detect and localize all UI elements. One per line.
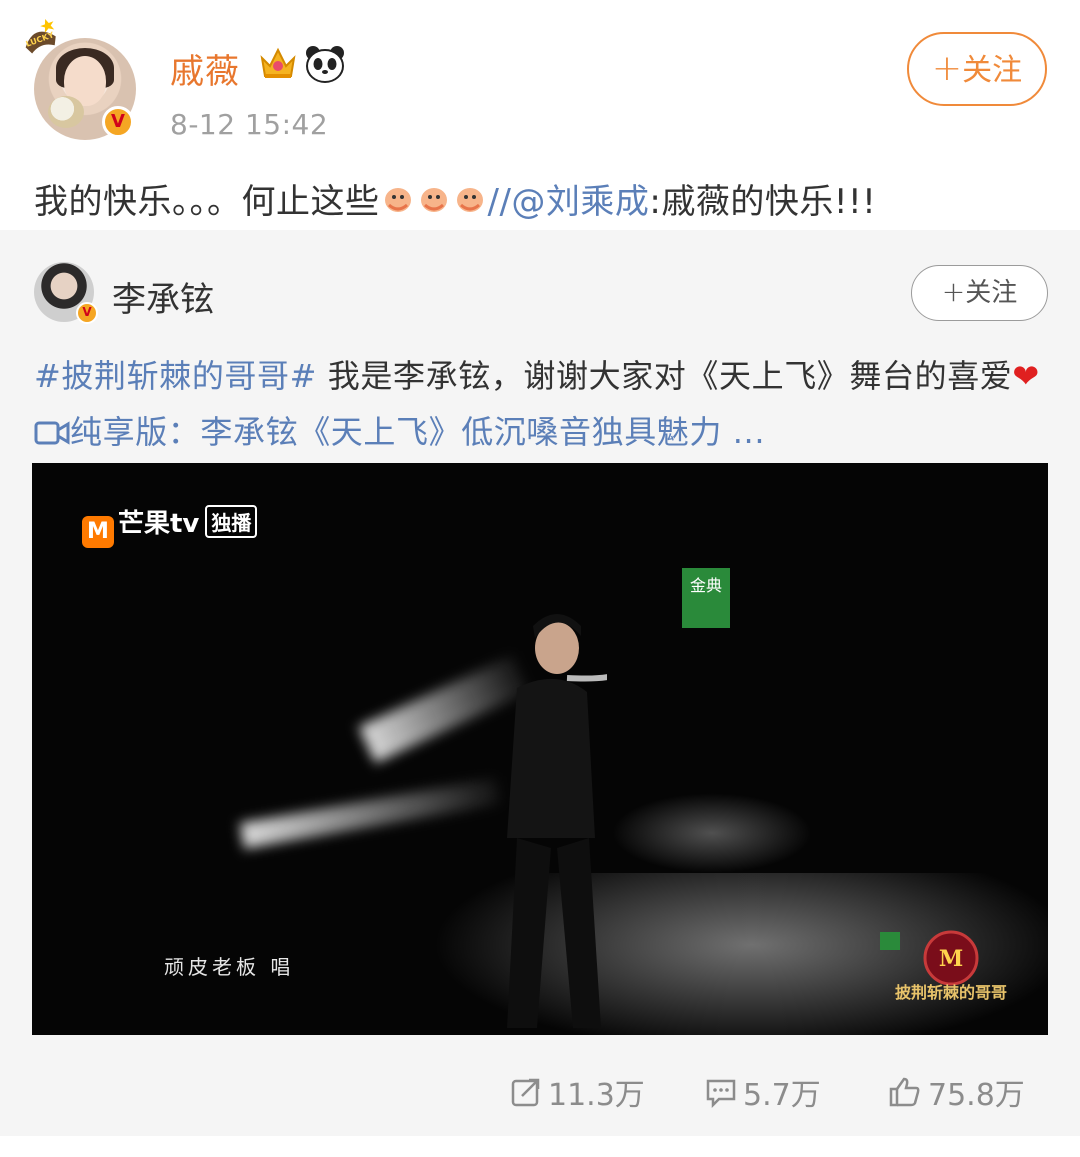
comment-button[interactable]: 5.7万 — [705, 1070, 821, 1114]
plus-icon: + — [941, 275, 966, 308]
like-count: 75.8万 — [928, 1078, 1025, 1113]
panda-icon — [306, 46, 344, 83]
follow-button[interactable]: +关注 — [907, 32, 1047, 106]
song-credit: 顽皮老板 唱 — [164, 955, 295, 979]
channel-name: 芒果tv — [118, 509, 200, 539]
comment-count: 5.7万 — [743, 1078, 821, 1113]
svg-text:M: M — [939, 946, 963, 972]
repost-text-main: 我是李承铉，谢谢大家对《天上飞》舞台的喜爱 — [317, 357, 1013, 395]
lucky-badge-icon: LUCKY — [25, 18, 56, 54]
like-icon — [889, 1077, 920, 1107]
exclusive-tag: 独播 — [205, 505, 258, 538]
post-text-quote: :戚薇的快乐!!! — [649, 182, 877, 222]
repost-text: #披荆斩棘的哥哥# 我是李承铉，谢谢大家对《天上飞》舞台的喜爱❤ 纯享版：李承铉《… — [34, 348, 1054, 460]
audience — [612, 793, 812, 873]
follow-label: 关注 — [962, 53, 1023, 88]
repost-follow-button[interactable]: +关注 — [911, 265, 1048, 321]
verified-badge-icon: V — [102, 106, 134, 138]
post-header: LUCKY V 戚薇 8-12 15:42 +关注 — [0, 0, 1080, 160]
shrimp-emoji-icon — [384, 188, 411, 212]
mgtv-logo: M 芒果tv 独播 — [82, 503, 258, 548]
post-text: 我的快乐。。。何止这些 //@刘乘成:戚薇的快乐!!! — [34, 174, 876, 223]
heart-icon: ❤ — [1012, 357, 1040, 395]
avatar-flowers — [48, 96, 84, 128]
shrimp-emoji-icon — [420, 188, 447, 212]
post-timestamp: 8-12 15:42 — [170, 108, 329, 141]
show-title: 披荆斩棘的哥哥 — [895, 983, 1007, 1002]
spotlight-beam — [239, 778, 501, 849]
sponsor-sign: 金典 — [682, 568, 730, 628]
share-count: 11.3万 — [548, 1078, 645, 1113]
shrimp-emoji-icon — [456, 188, 483, 212]
comment-icon — [706, 1079, 736, 1108]
plus-icon: + — [931, 48, 963, 89]
repost-card[interactable]: V 李承铉 +关注 #披荆斩棘的哥哥# 我是李承铉，谢谢大家对《天上飞》舞台的喜… — [0, 230, 1080, 1136]
video-player[interactable]: 金典 M 芒果tv 独播 顽皮老板 唱 M 披荆斩棘的哥哥 — [32, 463, 1048, 1035]
show-logo: M 披荆斩棘的哥哥 — [880, 930, 1007, 1002]
repost-username[interactable]: 李承铉 — [112, 272, 214, 321]
share-icon — [511, 1078, 540, 1107]
video-link[interactable]: 纯享版：李承铉《天上飞》低沉嗓音独具魅力 ... — [70, 413, 765, 451]
share-button[interactable]: 11.3万 — [510, 1070, 645, 1114]
mention-link[interactable]: //@刘乘成 — [488, 182, 650, 222]
crown-icon — [260, 47, 296, 78]
singer-figure — [507, 614, 607, 1028]
like-button[interactable]: 75.8万 — [888, 1070, 1025, 1114]
verified-badge-icon: V — [76, 302, 98, 324]
repost-follow-label: 关注 — [965, 278, 1018, 308]
stats-bar: 11.3万 5.7万 75.8万 — [0, 1060, 1080, 1120]
post-text-main: 我的快乐。。。何止这些 — [34, 182, 380, 222]
hashtag-link[interactable]: #披荆斩棘的哥哥# — [34, 357, 317, 395]
mgtv-mark-icon: M — [82, 516, 114, 548]
post-username[interactable]: 戚薇 — [170, 44, 240, 93]
video-icon — [34, 421, 70, 445]
